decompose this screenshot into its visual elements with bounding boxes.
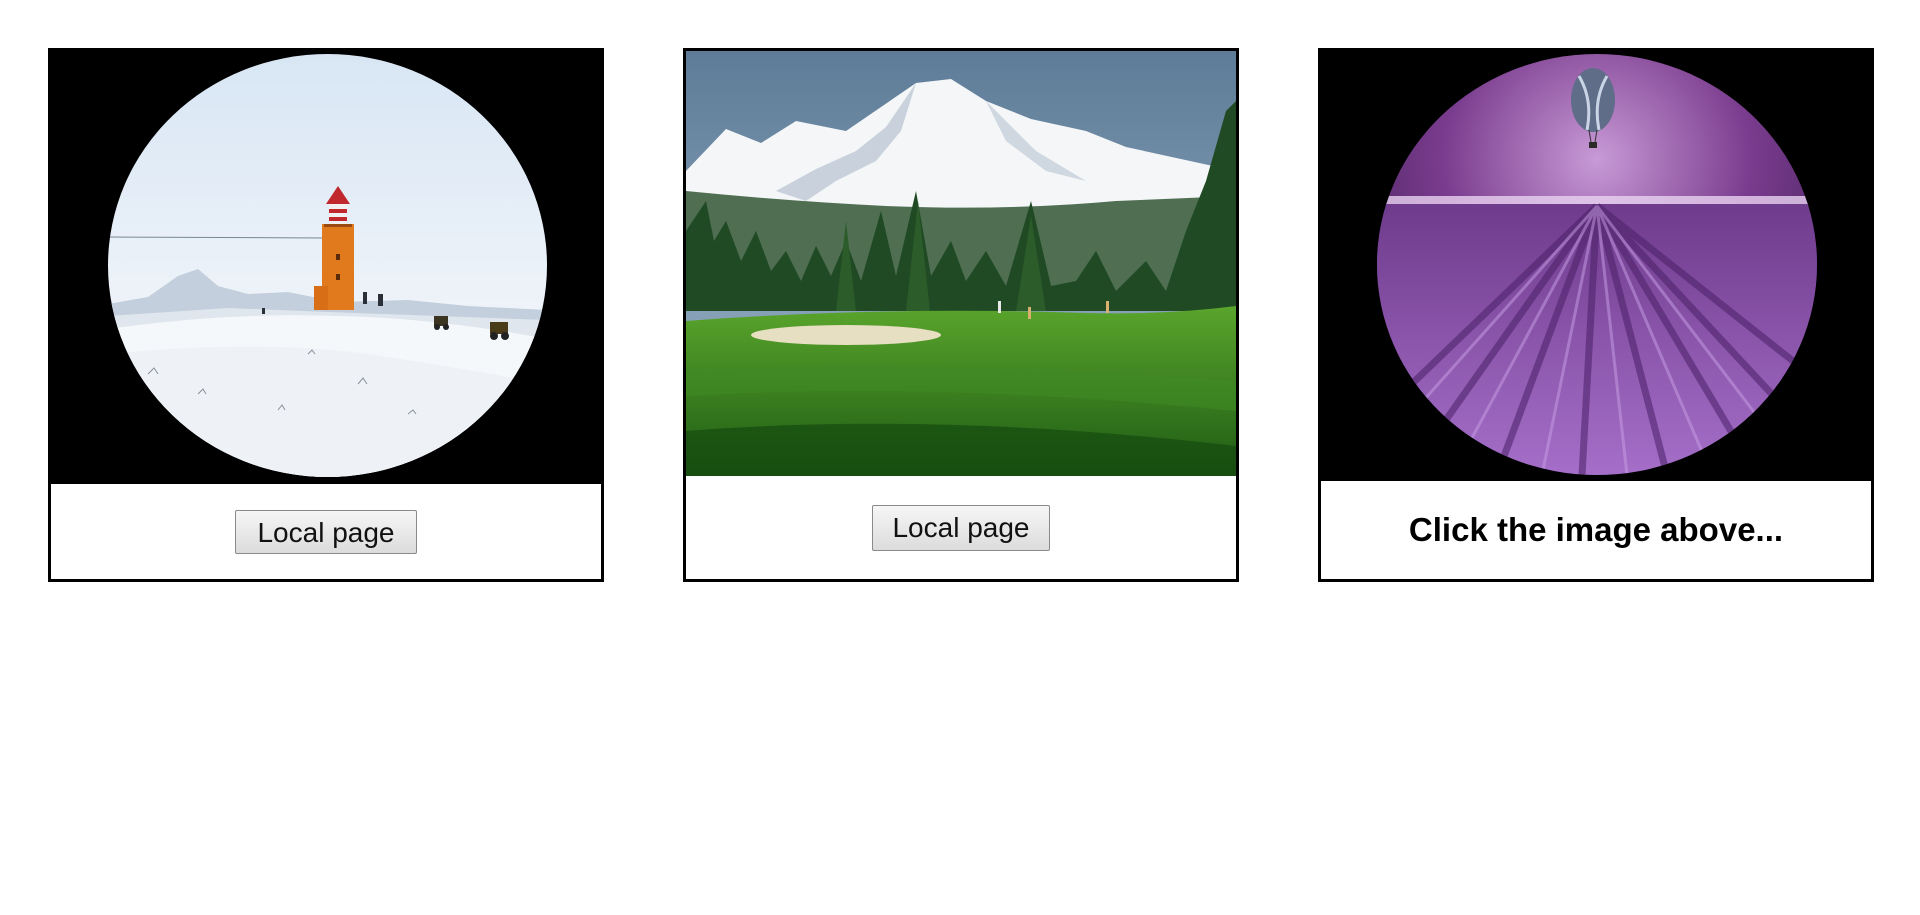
lavender-field-balloon-image[interactable] (1377, 54, 1817, 475)
local-page-button[interactable]: Local page (235, 509, 417, 554)
card-footer: Click the image above... (1321, 478, 1871, 579)
card-footer: Local page (686, 476, 1236, 579)
mountain-golf-course-image[interactable] (686, 51, 1236, 476)
local-page-button[interactable]: Local page (872, 504, 1050, 551)
image-card-lighthouse: Local page (48, 48, 604, 582)
card-footer: Local page (51, 484, 601, 579)
image-card-mountain: Local page (683, 48, 1239, 582)
click-instruction-text: Click the image above... (1408, 511, 1784, 548)
image-frame (51, 51, 601, 484)
image-card-lavender: Click the image above... (1318, 48, 1874, 582)
lighthouse-snow-image[interactable] (108, 54, 547, 477)
image-frame (1321, 51, 1871, 478)
